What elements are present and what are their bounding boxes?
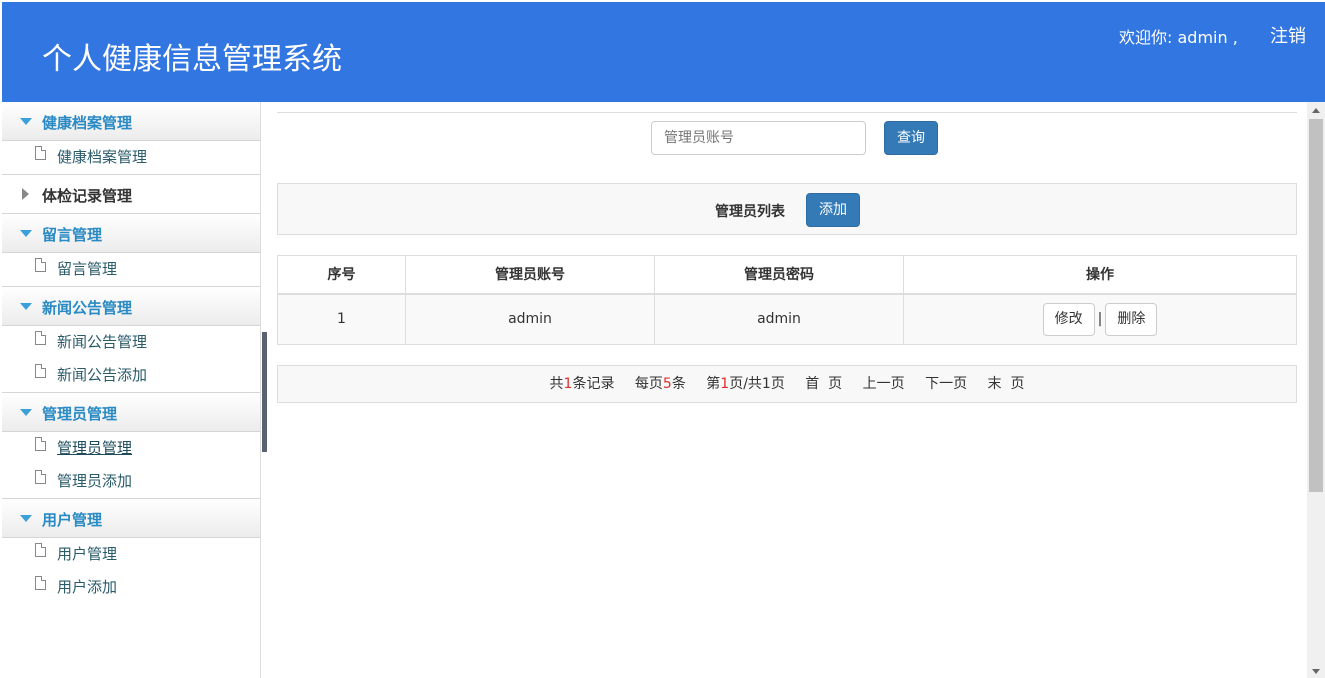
sidebar-item-label: 用户添加 [57,578,118,596]
table-header-row: 序号 管理员账号 管理员密码 操作 [277,255,1297,295]
document-icon [35,470,46,484]
sidebar-splitter-handle[interactable] [262,332,267,452]
caret-down-icon [20,230,32,237]
document-icon [35,437,46,451]
admin-account-search-input[interactable] [651,121,866,155]
last-page-link[interactable]: 末 页 [988,376,1025,392]
sidebar-item-label: 留言管理 [57,260,118,278]
sidebar-item-messages-manage[interactable]: 留言管理 [2,253,260,286]
prev-page-link[interactable]: 上一页 [863,376,905,392]
app-title: 个人健康信息管理系统 [42,42,342,77]
sidebar-item-label: 管理员添加 [57,472,133,490]
document-icon [35,146,46,160]
document-icon [35,543,46,557]
sidebar-item-health-records-manage[interactable]: 健康档案管理 [2,141,260,174]
delete-button[interactable]: 删除 [1105,302,1158,336]
sidebar-item-admins-add[interactable]: 管理员添加 [2,465,260,498]
sidebar-item-news-add[interactable]: 新闻公告添加 [2,359,260,392]
sidebar-item-news-manage[interactable]: 新闻公告管理 [2,326,260,359]
sidebar-group-messages[interactable]: 留言管理 [2,214,260,253]
scrollbar-thumb[interactable] [1309,119,1323,492]
sidebar-group-label: 管理员管理 [42,405,118,423]
logout-link[interactable]: 注销 [1270,22,1306,48]
scroll-down-icon[interactable] [1312,669,1320,674]
sidebar-group-label: 新闻公告管理 [42,299,133,317]
caret-down-icon [20,409,32,416]
cell-account: admin [405,293,655,345]
sidebar-group-news[interactable]: 新闻公告管理 [2,287,260,326]
sidebar-group-label: 用户管理 [42,511,103,529]
admin-table: 序号 管理员账号 管理员密码 操作 1 admin admin 修改 | 删除 [277,255,1297,345]
app-header: 个人健康信息管理系统 欢迎你: admin , 注销 [2,2,1325,102]
cell-actions: 修改 | 删除 [903,293,1297,345]
next-page-link[interactable]: 下一页 [925,376,967,392]
sidebar-group-health-records[interactable]: 健康档案管理 [2,102,260,141]
document-icon [35,331,46,345]
page-indicator: 第1页/共1页 [706,376,785,392]
divider [277,112,1297,113]
sidebar-item-users-add[interactable]: 用户添加 [2,571,260,604]
query-button[interactable]: 查询 [884,121,938,155]
caret-down-icon [20,303,32,310]
sidebar-item-users-manage[interactable]: 用户管理 [2,538,260,571]
sidebar-group-exam-records[interactable]: 体检记录管理 [2,175,260,214]
scroll-up-icon[interactable] [1312,108,1320,113]
sidebar-item-admins-manage[interactable]: 管理员管理 [2,432,260,465]
pagination-bar: 共1条记录 每页5条 第1页/共1页 首 页 上一页 下一页 末 页 [277,365,1297,403]
list-toolbar: 管理员列表 添加 [277,183,1297,235]
caret-down-icon [20,515,32,522]
column-header-index: 序号 [277,255,406,295]
sidebar-item-label: 新闻公告管理 [57,333,148,351]
sidebar-item-label: 用户管理 [57,545,118,563]
sidebar: 健康档案管理 健康档案管理 体检记录管理 留言管理 留言管理 新闻公告管理 新闻… [2,102,261,678]
document-icon [35,576,46,590]
caret-right-icon [22,188,29,200]
vertical-scrollbar[interactable] [1307,102,1325,678]
document-icon [35,258,46,272]
caret-down-icon [20,118,32,125]
sidebar-group-admins[interactable]: 管理员管理 [2,393,260,432]
sidebar-item-label: 新闻公告添加 [57,366,148,384]
list-title: 管理员列表 [715,204,785,220]
sidebar-item-label: 管理员管理 [57,439,133,457]
table-row: 1 admin admin 修改 | 删除 [277,293,1297,345]
welcome-text: 欢迎你: admin , [1119,28,1238,47]
sidebar-group-users[interactable]: 用户管理 [2,499,260,538]
per-page-count: 每页5条 [634,376,686,392]
sidebar-item-label: 健康档案管理 [57,148,148,166]
column-header-actions: 操作 [903,255,1297,295]
sidebar-group-label: 体检记录管理 [42,187,133,205]
column-header-password: 管理员密码 [654,255,904,295]
first-page-link[interactable]: 首 页 [805,376,842,392]
edit-button[interactable]: 修改 [1042,302,1095,336]
document-icon [35,364,46,378]
cell-index: 1 [277,293,406,345]
add-button[interactable]: 添加 [806,193,860,227]
cell-password: admin [654,293,904,345]
sidebar-group-label: 留言管理 [42,226,103,244]
sidebar-group-label: 健康档案管理 [42,114,133,132]
total-records: 共1条记录 [549,376,615,392]
action-separator: | [1097,311,1103,328]
column-header-account: 管理员账号 [405,255,655,295]
